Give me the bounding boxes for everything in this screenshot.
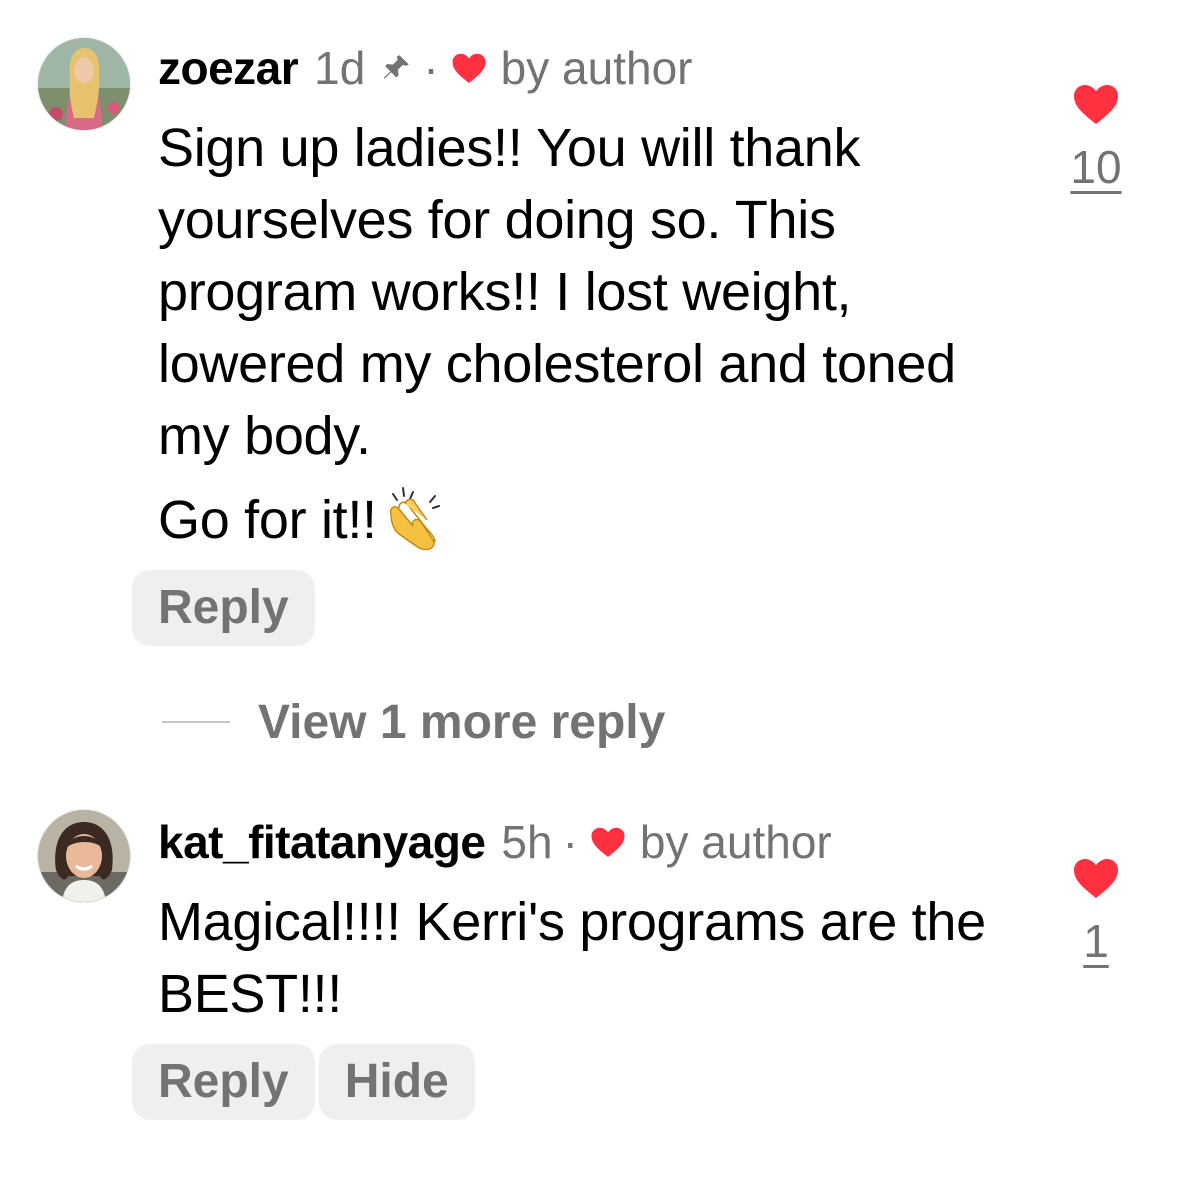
liked-by-author-label: by author bbox=[500, 42, 693, 94]
comment-paragraph: Magical!!!! Kerri's programs are the BES… bbox=[158, 892, 986, 1024]
comment-text: Magical!!!! Kerri's programs are the BES… bbox=[158, 886, 1038, 1030]
username[interactable]: kat_fitatanyage bbox=[158, 812, 486, 872]
reply-button[interactable]: Reply bbox=[132, 1044, 315, 1120]
avatar-zoezar[interactable] bbox=[38, 38, 130, 130]
comment-paragraph-text: Go for it!! bbox=[158, 490, 377, 550]
comment-actions: Reply bbox=[132, 570, 319, 646]
view-replies-label[interactable]: View 1 more reply bbox=[258, 695, 665, 750]
username[interactable]: zoezar bbox=[158, 38, 299, 98]
clapping-hands-icon bbox=[389, 487, 440, 550]
view-replies-divider bbox=[162, 721, 230, 723]
heart-icon bbox=[591, 827, 625, 857]
hide-button[interactable]: Hide bbox=[318, 1044, 475, 1120]
meta-separator: · bbox=[562, 816, 578, 868]
heart-icon[interactable] bbox=[1072, 856, 1120, 900]
like-count[interactable]: 1 bbox=[1083, 914, 1109, 968]
pin-icon bbox=[384, 55, 410, 79]
comment-paragraph-2: Go for it!! bbox=[158, 484, 1038, 556]
reply-button[interactable]: Reply bbox=[132, 570, 315, 646]
meta-separator: · bbox=[423, 42, 439, 94]
comment-meta: kat_fitatanyage 5h · by author bbox=[158, 812, 832, 872]
avatar-image bbox=[38, 810, 130, 902]
avatar-image bbox=[38, 38, 130, 130]
heart-icon[interactable] bbox=[1072, 82, 1120, 126]
like-column: 1 bbox=[1060, 856, 1132, 968]
view-replies[interactable]: View 1 more reply bbox=[162, 690, 665, 754]
timestamp: 5h bbox=[501, 816, 553, 868]
comment-actions: Reply Hide bbox=[132, 1044, 479, 1120]
timestamp: 1d bbox=[314, 42, 366, 94]
comment-text: Sign up ladies!! You will thank yourselv… bbox=[158, 112, 1038, 556]
comment-paragraph: Sign up ladies!! You will thank yourselv… bbox=[158, 118, 956, 466]
comment-meta: zoezar 1d · by author bbox=[158, 38, 692, 98]
heart-icon bbox=[452, 53, 486, 83]
liked-by-author-label: by author bbox=[639, 816, 832, 868]
like-count[interactable]: 10 bbox=[1070, 140, 1121, 194]
avatar-kat-fitatanyage[interactable] bbox=[38, 810, 130, 902]
like-column: 10 bbox=[1060, 82, 1132, 194]
